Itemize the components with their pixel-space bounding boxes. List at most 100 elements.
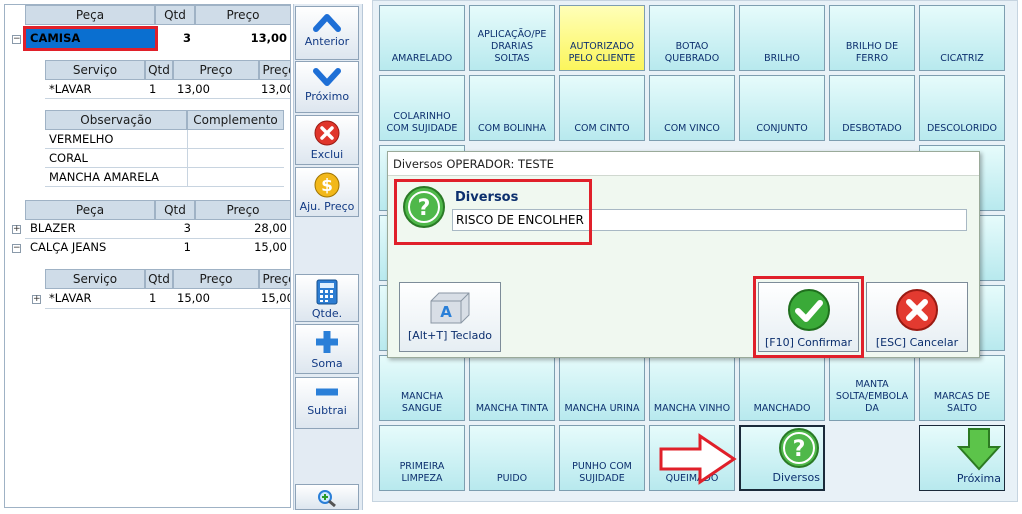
option-button[interactable]: CONJUNTO	[739, 75, 825, 141]
option-button[interactable]: MANCHA VINHO	[649, 355, 735, 421]
diversos-label: Diversos	[772, 471, 820, 484]
item-price-calca-jeans[interactable]: 15,00	[195, 238, 287, 257]
expand-icon[interactable]: +	[32, 295, 41, 304]
service-header-servico[interactable]: Serviço	[45, 60, 145, 80]
collapse-icon[interactable]: −	[12, 35, 21, 44]
next-page-label: Próxima	[956, 472, 1001, 485]
service-header-qtd[interactable]: Qtd	[145, 60, 173, 80]
obs-header-complemento[interactable]: Complemento	[187, 110, 284, 130]
chevron-down-icon	[313, 68, 341, 86]
option-button-selected[interactable]: AUTORIZADO PELO CLIENTE	[559, 5, 645, 71]
cancel-button[interactable]: [ESC] Cancelar	[866, 282, 968, 352]
row-divider	[45, 148, 284, 149]
quantity-button[interactable]: Qtde.	[295, 274, 359, 322]
column-header-peca[interactable]: Peça	[25, 200, 155, 220]
service-header-preco-2[interactable]: Preço	[259, 269, 290, 289]
row-divider	[45, 186, 284, 187]
option-button[interactable]: COM BOLINHA	[469, 75, 555, 141]
service-name[interactable]: *LAVAR	[49, 289, 92, 308]
subtract-button[interactable]: Subtrai	[295, 377, 359, 429]
plus-icon	[316, 331, 338, 353]
option-button[interactable]: COLARINHO COM SUJIDADE	[379, 75, 465, 141]
row-divider	[45, 308, 290, 309]
delete-x-icon	[314, 120, 340, 146]
item-qty-blazer[interactable]: 3	[155, 219, 191, 238]
option-button[interactable]: MANCHA SANGUE	[379, 355, 465, 421]
keyboard-button[interactable]: A [Alt+T] Teclado	[399, 282, 501, 352]
service-price[interactable]: 15,00	[177, 289, 210, 308]
cancel-x-icon	[896, 289, 938, 331]
option-button[interactable]: DESCOLORIDO	[919, 75, 1005, 141]
calculator-icon	[316, 279, 338, 305]
item-name-blazer[interactable]: BLAZER	[30, 219, 76, 238]
option-button[interactable]: CICATRIZ	[919, 5, 1005, 71]
subtract-label: Subtrai	[307, 404, 347, 417]
service-header-qtd[interactable]: Qtd	[145, 269, 173, 289]
item-qty-calca-jeans[interactable]: 1	[155, 238, 191, 257]
item-price-blazer[interactable]: 28,00	[195, 219, 287, 238]
obs-header-observacao[interactable]: Observação	[45, 110, 187, 130]
item-qty-camisa[interactable]: 3	[155, 29, 191, 48]
item-name-calca-jeans[interactable]: CALÇA JEANS	[30, 238, 106, 257]
add-button[interactable]: Soma	[295, 324, 359, 374]
service-header-preco[interactable]: Preço	[173, 60, 259, 80]
column-header-qtd[interactable]: Qtd	[155, 5, 195, 25]
adjust-price-button[interactable]: $ Aju. Preço	[295, 167, 359, 217]
previous-label: Anterior	[304, 35, 350, 48]
observation-item[interactable]: MANCHA AMARELA	[49, 168, 159, 187]
column-header-qtd[interactable]: Qtd	[155, 200, 195, 220]
order-tree-panel: Peça Qtd Preço − CAMISA 3 13,00 Serviço …	[4, 4, 291, 508]
zoom-in-icon	[318, 490, 336, 507]
option-button[interactable]: MANTA SOLTA/EMBOLA DA	[829, 355, 915, 421]
option-button[interactable]: PUNHO COM SUJIDADE	[559, 425, 645, 491]
service-price-2[interactable]: 13,00	[261, 80, 290, 99]
service-price[interactable]: 13,00	[177, 80, 210, 99]
option-button[interactable]: BOTAO QUEBRADO	[649, 5, 735, 71]
item-price-camisa[interactable]: 13,00	[195, 29, 287, 48]
dollar-coin-icon: $	[314, 172, 340, 198]
option-button[interactable]: MARCAS DE SALTO	[919, 355, 1005, 421]
expand-icon[interactable]: +	[12, 225, 21, 234]
highlight-box-input	[394, 179, 592, 245]
service-name[interactable]: *LAVAR	[49, 80, 92, 99]
previous-button[interactable]: Anterior	[295, 6, 359, 60]
service-price-2[interactable]: 15,00	[261, 289, 290, 308]
service-header-preco[interactable]: Preço	[173, 269, 259, 289]
option-button[interactable]: MANCHADO	[739, 355, 825, 421]
service-qty[interactable]: 1	[149, 289, 156, 308]
option-button[interactable]: APLICAÇÃO/PE DRARIAS SOLTAS	[469, 5, 555, 71]
option-button[interactable]: BRILHO	[739, 5, 825, 71]
service-header-servico[interactable]: Serviço	[45, 269, 145, 289]
service-header-preco-2[interactable]: Preço	[259, 60, 290, 80]
next-button[interactable]: Próximo	[295, 61, 359, 113]
diversos-button[interactable]: ? Diversos	[739, 425, 825, 491]
collapse-icon[interactable]: −	[12, 244, 21, 253]
option-button[interactable]: DESBOTADO	[829, 75, 915, 141]
svg-text:?: ?	[793, 437, 806, 462]
option-button[interactable]: BRILHO DE FERRO	[829, 5, 915, 71]
delete-label: Exclui	[310, 148, 344, 161]
row-divider	[45, 98, 290, 99]
observation-item[interactable]: CORAL	[49, 149, 88, 168]
option-button[interactable]: COM VINCO	[649, 75, 735, 141]
next-label: Próximo	[304, 90, 350, 103]
option-button[interactable]: MANCHA TINTA	[469, 355, 555, 421]
delete-button[interactable]: Exclui	[295, 115, 359, 165]
row-divider	[45, 167, 284, 168]
zoom-button[interactable]	[295, 484, 359, 510]
arrow-down-icon	[957, 428, 1001, 471]
next-page-button[interactable]: Próxima	[919, 425, 1005, 491]
highlight-box-camisa	[23, 26, 158, 51]
observation-item[interactable]: VERMELHO	[49, 130, 113, 149]
column-header-preco[interactable]: Preço	[195, 5, 290, 25]
option-button[interactable]: COM CINTO	[559, 75, 645, 141]
question-icon: ?	[779, 428, 819, 468]
option-button[interactable]: PUIDO	[469, 425, 555, 491]
column-header-preco[interactable]: Preço	[195, 200, 290, 220]
column-header-peca[interactable]: Peça	[25, 5, 155, 25]
service-qty[interactable]: 1	[149, 80, 156, 99]
option-button[interactable]: PRIMEIRA LIMPEZA	[379, 425, 465, 491]
quantity-label: Qtde.	[311, 307, 343, 320]
option-button[interactable]: MANCHA URINA	[559, 355, 645, 421]
option-button[interactable]: AMARELADO	[379, 5, 465, 71]
